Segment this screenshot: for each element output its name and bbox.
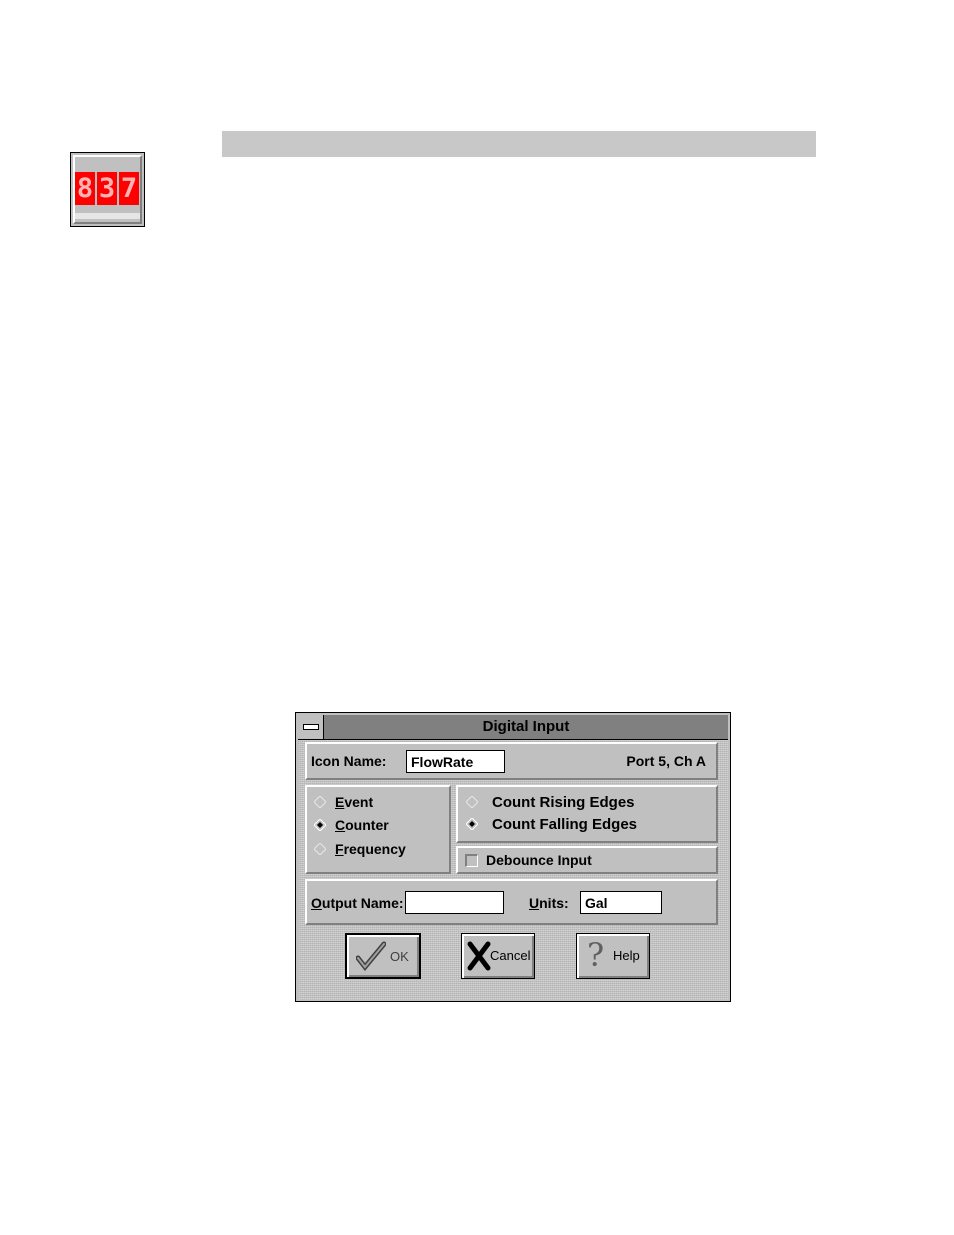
section-header-bar [222, 131, 816, 157]
port-info: Port 5, Ch A [626, 753, 706, 769]
icon-name-input[interactable] [406, 750, 505, 773]
system-menu-icon [303, 724, 319, 730]
ok-label: OK [390, 949, 409, 964]
digit-3: 7 [119, 172, 139, 205]
system-menu-button[interactable] [298, 715, 324, 739]
x-cross-icon [467, 941, 491, 971]
radio-frequency-label[interactable]: Frequency [335, 841, 406, 857]
cancel-button[interactable]: Cancel [461, 933, 535, 979]
dialog-title: Digital Input [482, 718, 570, 735]
radio-rising-edges-label[interactable]: Count Rising Edges [492, 794, 635, 811]
radio-diamond-selected-icon [466, 818, 478, 830]
radio-counter-label[interactable]: Counter [335, 817, 389, 833]
icon-name-label: Icon Name: [311, 753, 387, 769]
help-label: Help [613, 948, 640, 963]
icon-strip [75, 213, 140, 219]
counter-display-icon: 8 3 7 [70, 152, 145, 227]
output-name-label: Output Name: [311, 895, 404, 911]
digit-2: 3 [97, 172, 117, 205]
radio-falling-edges-label[interactable]: Count Falling Edges [492, 816, 637, 833]
dialog-body: Icon Name: Port 5, Ch A Event [298, 740, 728, 999]
radio-diamond-icon [314, 843, 326, 855]
radio-frequency[interactable] [314, 843, 326, 855]
digit-display: 8 3 7 [75, 172, 139, 205]
digital-input-dialog: Digital Input Icon Name: Port 5, Ch A Ev… [295, 712, 731, 1002]
help-button[interactable]: ? Help [576, 933, 650, 979]
debounce-checkbox[interactable] [465, 854, 478, 867]
ok-button[interactable]: OK [345, 933, 421, 979]
debounce-panel: Debounce Input [456, 846, 718, 874]
output-panel: Output Name: Units: [305, 879, 718, 925]
output-name-input[interactable] [405, 891, 504, 914]
radio-falling-edges[interactable] [466, 818, 478, 830]
units-input[interactable] [580, 891, 662, 914]
digit-1: 8 [75, 172, 95, 205]
edge-panel: Count Rising Edges Count Falling Edges [456, 785, 718, 843]
mode-panel: Event Counter Frequency [305, 785, 451, 874]
radio-diamond-icon [314, 796, 326, 808]
icon-name-panel: Icon Name: Port 5, Ch A [305, 742, 718, 780]
checkmark-icon [356, 941, 386, 971]
title-bar[interactable]: Digital Input [298, 715, 728, 740]
units-label: Units: [529, 895, 569, 911]
radio-rising-edges[interactable] [466, 796, 478, 808]
radio-diamond-selected-icon [314, 819, 326, 831]
question-mark-icon: ? [587, 936, 605, 974]
radio-diamond-icon [466, 796, 478, 808]
debounce-label[interactable]: Debounce Input [486, 852, 592, 868]
radio-event-label[interactable]: Event [335, 794, 373, 810]
cancel-label: Cancel [490, 948, 531, 963]
radio-counter[interactable] [314, 819, 326, 831]
radio-event[interactable] [314, 796, 326, 808]
